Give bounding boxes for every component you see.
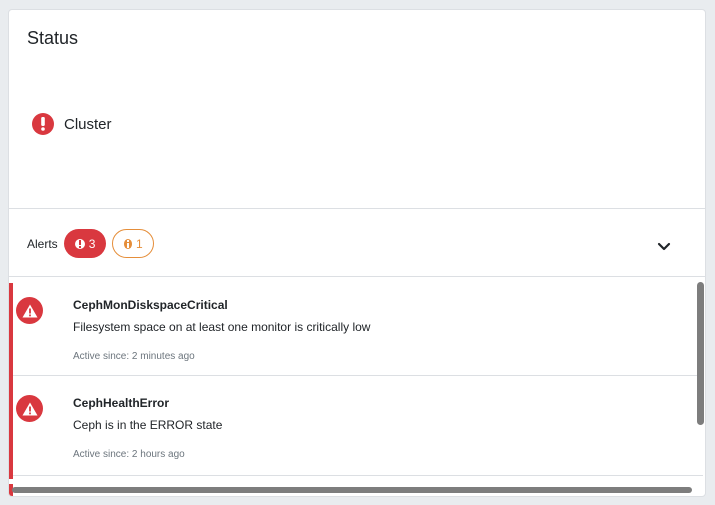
card-title: Status	[27, 28, 79, 48]
critical-count: 3	[88, 236, 96, 251]
alert-description: Ceph is in the ERROR state	[73, 418, 223, 432]
cluster-status[interactable]: Cluster	[32, 113, 112, 135]
alert-description: Filesystem space on at least one monitor…	[73, 320, 371, 334]
info-circle-icon	[123, 238, 132, 249]
warning-triangle-icon	[16, 395, 43, 422]
alert-active-since: Active since: 2 hours ago	[73, 449, 185, 460]
warning-count: 1	[136, 236, 143, 251]
warning-triangle-icon	[16, 297, 43, 324]
severity-bar	[9, 381, 13, 479]
horizontal-scrollbar[interactable]	[12, 487, 692, 493]
alerts-header: Alerts 3 1	[27, 229, 160, 258]
chevron-down-icon[interactable]	[655, 238, 673, 256]
critical-alerts-badge[interactable]: 3	[63, 229, 106, 258]
exclamation-circle-icon	[32, 113, 54, 135]
warning-alerts-badge[interactable]: 1	[111, 229, 154, 258]
alerts-label: Alerts	[27, 236, 58, 251]
list-item[interactable]: CephHealthError Ceph is in the ERROR sta…	[9, 376, 703, 479]
alert-active-since: Active since: 2 minutes ago	[73, 351, 195, 362]
list-item[interactable]: CephMonDiskspaceCritical Filesystem spac…	[9, 278, 703, 381]
divider	[9, 276, 705, 277]
alert-list[interactable]: CephMonDiskspaceCritical Filesystem spac…	[9, 278, 705, 496]
severity-bar	[9, 283, 13, 381]
cluster-label: Cluster	[64, 115, 112, 133]
exclamation-circle-icon	[74, 238, 85, 249]
status-card: Status Cluster Alerts 3 1 CephMonDiskspa…	[8, 9, 706, 497]
vertical-scrollbar[interactable]	[697, 282, 704, 425]
alert-name: CephMonDiskspaceCritical	[73, 298, 228, 312]
alert-name: CephHealthError	[73, 396, 170, 410]
divider	[9, 208, 705, 209]
